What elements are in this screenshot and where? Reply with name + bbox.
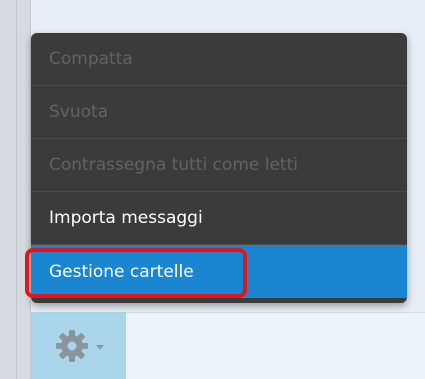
menu-item-compatta[interactable]: Compatta: [31, 33, 407, 86]
gear-icon: [54, 328, 90, 364]
settings-dropdown-menu: Compatta Svuota Contrassegna tutti come …: [31, 33, 407, 303]
app-window: Compatta Svuota Contrassegna tutti come …: [0, 0, 425, 379]
menu-item-label: Contrassegna tutti come letti: [49, 155, 298, 175]
left-sidebar-strip: [0, 0, 31, 379]
menu-item-label: Svuota: [49, 102, 109, 122]
menu-item-label: Importa messaggi: [49, 208, 203, 228]
menu-item-import-messages[interactable]: Importa messaggi: [31, 192, 407, 245]
sidebar-divider: [16, 0, 17, 379]
menu-item-manage-folders[interactable]: Gestione cartelle: [31, 245, 407, 298]
menu-item-label: Gestione cartelle: [49, 261, 194, 282]
settings-menu-button[interactable]: [31, 312, 126, 379]
menu-item-label: Compatta: [49, 49, 133, 69]
menu-item-svuota[interactable]: Svuota: [31, 86, 407, 139]
menu-item-mark-all-read[interactable]: Contrassegna tutti come letti: [31, 139, 407, 192]
caret-down-icon: [95, 345, 104, 350]
